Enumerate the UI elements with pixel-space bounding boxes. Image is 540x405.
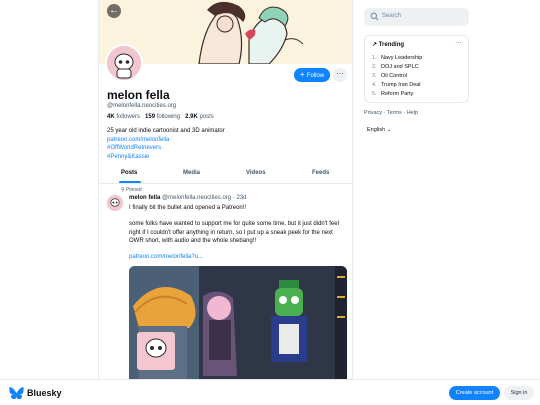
post-author-name[interactable]: melon fella: [129, 195, 160, 201]
following-stat[interactable]: 159 following: [145, 114, 180, 120]
search-bar[interactable]: Search: [364, 8, 469, 26]
pinned-post[interactable]: ⚲ Pinned melon fella @melonfella.neociti…: [99, 184, 352, 386]
privacy-link[interactable]: Privacy: [364, 110, 382, 116]
posts-count: 2.9K: [185, 114, 198, 120]
trending-item[interactable]: 5. Reform Party: [372, 91, 413, 97]
back-button[interactable]: ←: [107, 4, 121, 18]
pinned-indicator: ⚲ Pinned: [121, 187, 142, 193]
trending-item-label: Trump Iran Deal: [381, 82, 421, 88]
post-image[interactable]: [129, 266, 347, 386]
search-icon: [370, 12, 379, 21]
profile-bio: 25 year old indie cartoonist and 3D anim…: [107, 127, 347, 161]
bio-text: 25 year old indie cartoonist and 3D anim…: [107, 128, 225, 134]
profile-avatar[interactable]: [105, 44, 143, 82]
trending-item-label: Oil Control: [381, 73, 407, 79]
ellipsis-icon: ⋯: [336, 71, 344, 78]
bluesky-logo-icon[interactable]: [9, 387, 24, 399]
trending-item-label: DOJ and SPLC: [381, 64, 419, 70]
post-avatar-illustration: [107, 195, 123, 211]
posts-stat: 2.9K posts: [185, 114, 214, 120]
sign-in-button[interactable]: Sign in: [504, 386, 534, 400]
profile-handle: @melonfella.neocities.org: [107, 103, 177, 109]
bio-hashtag-link[interactable]: #Penny&Kassie: [107, 153, 347, 162]
post-image-illustration: [129, 266, 347, 386]
follow-button[interactable]: + Follow: [294, 68, 330, 82]
bottom-bar: Bluesky Create account Sign in: [0, 379, 540, 405]
brand-name[interactable]: Bluesky: [27, 388, 62, 398]
profile-display-name: melon fella: [107, 88, 170, 102]
trending-item[interactable]: 2. DOJ and SPLC: [372, 64, 419, 70]
active-tab-indicator: [119, 181, 141, 183]
tab-videos[interactable]: Videos: [246, 170, 266, 176]
trending-item-label: Reform Party: [381, 91, 414, 97]
terms-link[interactable]: Terms: [387, 110, 402, 116]
trending-options-icon[interactable]: ⋯: [455, 39, 462, 47]
followers-stat[interactable]: 4K followers: [107, 114, 140, 120]
footer-links: Privacy · Terms · Help: [364, 110, 419, 116]
profile-column: ← + Follow ⋯ melon fella @melonfella.neo…: [98, 0, 353, 405]
trending-item-label: Navy Leadership: [381, 55, 423, 61]
followers-label: followers: [116, 114, 141, 120]
post-header: melon fella @melonfella.neocities.org · …: [129, 195, 247, 201]
arrow-left-icon: ←: [109, 5, 119, 16]
avatar-illustration: [107, 46, 141, 80]
help-link[interactable]: Help: [407, 110, 418, 116]
post-text-paragraph: some folks have wanted to support me for…: [129, 221, 339, 244]
profile-stats: 4K followers 159 following 2.9K posts: [107, 114, 214, 120]
trending-heading: ↗ Trending: [372, 41, 404, 48]
trending-item[interactable]: 1. Navy Leadership: [372, 55, 422, 61]
posts-label: posts: [199, 114, 214, 120]
post-text-line: I finally bit the bullet and opened a Pa…: [129, 205, 247, 211]
trending-item[interactable]: 4. Trump Iran Deal: [372, 82, 421, 88]
trending-title: Trending: [378, 42, 405, 48]
tab-posts[interactable]: Posts: [121, 170, 137, 176]
bio-hashtag-link[interactable]: #OffWorldRetrievers: [107, 144, 347, 153]
page: ← + Follow ⋯ melon fella @melonfella.neo…: [0, 0, 540, 405]
post-link[interactable]: patreon.com/melonfella?u...: [129, 254, 203, 260]
chevron-down-icon: ⌄: [386, 127, 392, 133]
post-age[interactable]: 23d: [237, 195, 247, 201]
language-label: English: [367, 127, 386, 133]
post-body: I finally bit the bullet and opened a Pa…: [129, 204, 347, 261]
tab-media[interactable]: Media: [183, 170, 200, 176]
trending-panel: ↗ Trending ⋯ 1. Navy Leadership 2. DOJ and…: [364, 35, 469, 103]
trending-icon: ↗: [372, 42, 379, 48]
create-account-button[interactable]: Create account: [449, 386, 500, 400]
profile-tabs: Posts Media Videos Feeds: [99, 167, 352, 184]
post-author-avatar[interactable]: [107, 195, 123, 211]
following-label: following: [156, 114, 181, 120]
pinned-label: Pinned: [126, 187, 142, 193]
tab-feeds[interactable]: Feeds: [312, 170, 329, 176]
trending-item[interactable]: 3. Oil Control: [372, 73, 407, 79]
more-options-button[interactable]: ⋯: [333, 68, 347, 82]
post-author-handle[interactable]: @melonfella.neocities.org: [162, 195, 231, 201]
follow-button-label: Follow: [306, 73, 325, 79]
plus-icon: +: [299, 70, 307, 79]
followers-count: 4K: [107, 114, 115, 120]
following-count: 159: [145, 114, 156, 120]
language-selector[interactable]: English ⌄: [367, 127, 391, 133]
search-input[interactable]: Search: [382, 13, 401, 19]
bio-patreon-link[interactable]: patreon.com/melonfella: [107, 136, 347, 145]
